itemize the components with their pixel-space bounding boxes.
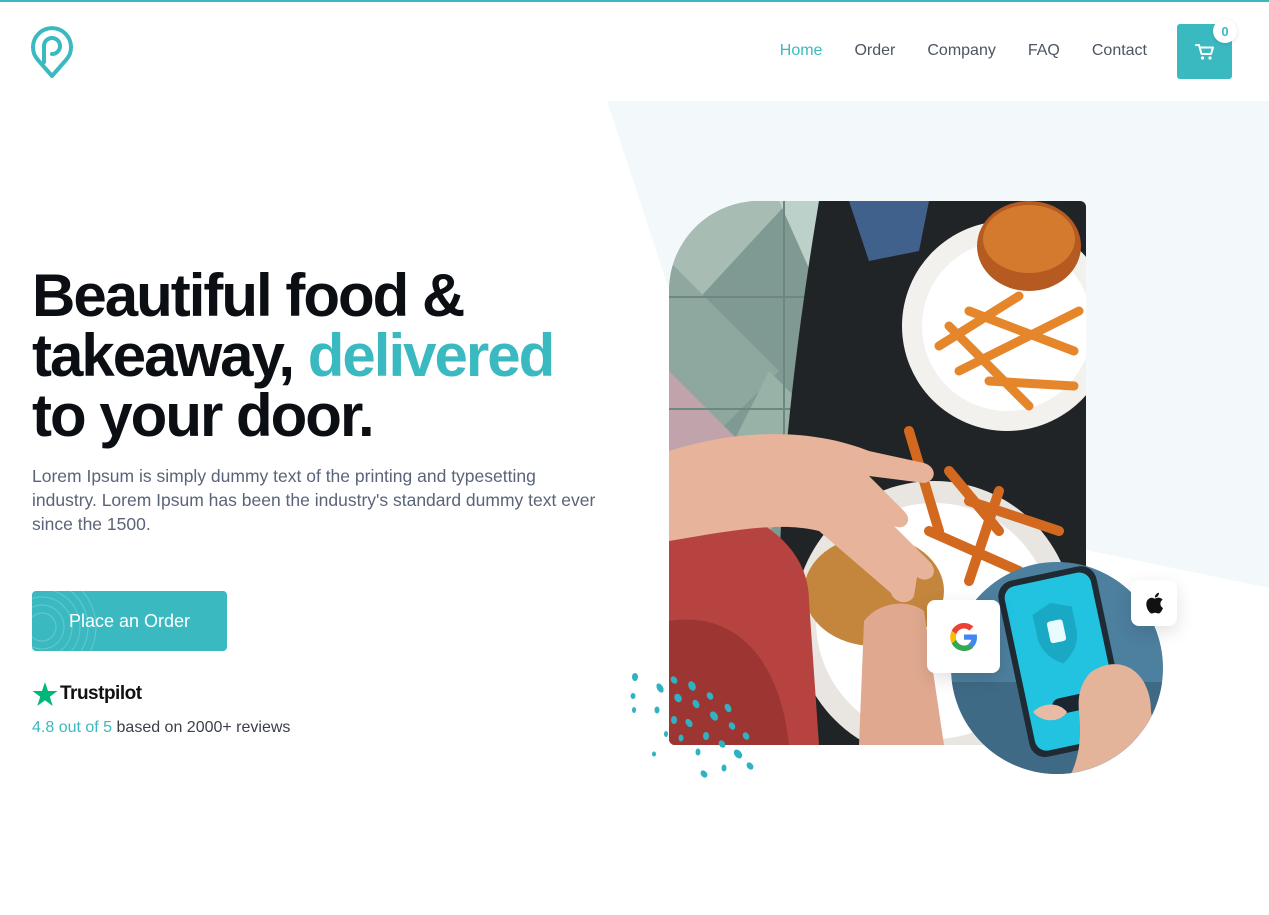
rating-highlight: 4.8 out of 5	[32, 719, 113, 736]
google-icon	[949, 622, 977, 651]
rating-text: 4.8 out of 5 based on 2000+ reviews	[32, 719, 290, 737]
google-play-badge[interactable]	[927, 600, 1000, 673]
top-accent-line	[0, 0, 1269, 2]
place-order-label: Place an Order	[68, 610, 191, 631]
nav-faq[interactable]: FAQ	[1028, 41, 1060, 61]
nav-order[interactable]: Order	[854, 41, 895, 61]
headline-line-1: Beautiful food &	[32, 262, 465, 329]
cart-count-badge: 0	[1213, 19, 1237, 43]
headline-line-3: to your door.	[32, 382, 375, 449]
location-pin-logo-icon	[31, 26, 73, 78]
apple-icon	[1146, 592, 1163, 614]
nav-company[interactable]: Company	[927, 41, 995, 61]
logo[interactable]	[30, 24, 74, 78]
decorative-dots	[630, 673, 754, 778]
place-order-button[interactable]: Place an Order	[32, 591, 227, 651]
headline-line-2: takeaway,	[32, 322, 295, 389]
trustpilot-logo[interactable]: Trustpilot	[32, 681, 142, 707]
apple-store-badge[interactable]	[1131, 580, 1177, 626]
hero-headline: Beautiful food & takeaway, delivered to …	[32, 266, 612, 446]
nav-contact[interactable]: Contact	[1092, 41, 1147, 61]
main-nav: Home Order Company FAQ Contact	[780, 41, 1147, 61]
trustpilot-brand: Trustpilot	[60, 683, 142, 704]
nav-home[interactable]: Home	[780, 41, 823, 61]
rating-rest: based on 2000+ reviews	[116, 719, 291, 736]
headline-accent: delivered	[307, 322, 555, 389]
star-icon	[32, 682, 58, 706]
hero-description: Lorem Ipsum is simply dummy text of the …	[32, 466, 596, 534]
cart-icon	[1194, 43, 1214, 60]
